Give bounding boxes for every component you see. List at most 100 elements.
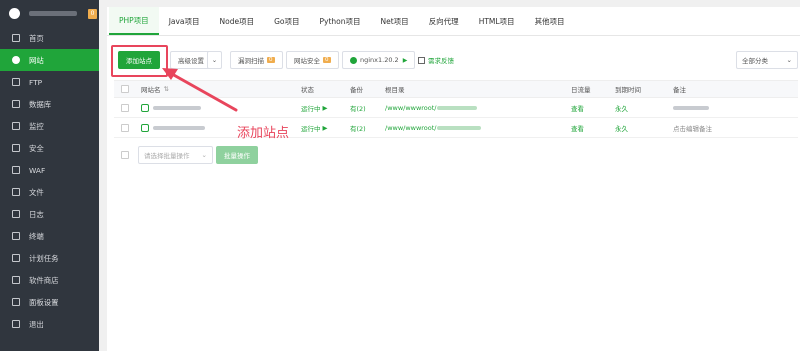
project-tabs: PHP项目 Java项目 Node项目 Go项目 Python项目 Net项目 … <box>107 7 800 36</box>
sidebar-header: 0 <box>0 0 99 27</box>
grid-icon <box>12 276 20 284</box>
select-all-checkbox[interactable] <box>121 85 129 93</box>
tab-net[interactable]: Net项目 <box>371 7 419 35</box>
waf-icon <box>12 166 20 174</box>
sidebar-item-security[interactable]: 安全 <box>0 137 99 159</box>
status-running[interactable]: 运行中 ▶ <box>301 98 328 117</box>
col-site-name[interactable]: 网站名 ⇅ <box>141 81 169 97</box>
main-panel: PHP项目 Java项目 Node项目 Go项目 Python项目 Net项目 … <box>107 7 800 351</box>
col-root: 根目录 <box>385 86 405 94</box>
vuln-scan-button[interactable]: 漏洞扫描 0 <box>230 51 283 69</box>
category-select[interactable]: 全部分类 ⌄ <box>736 51 798 69</box>
nginx-icon <box>350 56 357 64</box>
advanced-settings-button[interactable]: 高级设置 <box>170 51 212 69</box>
site-name-link[interactable] <box>141 98 201 117</box>
sidebar-item-settings[interactable]: 面板设置 <box>0 291 99 313</box>
col-note: 备注 <box>673 86 686 94</box>
row-checkbox[interactable] <box>121 123 129 132</box>
col-backup: 备份 <box>350 86 363 94</box>
tab-go[interactable]: Go项目 <box>264 7 309 35</box>
site-security-button[interactable]: 网站安全 0 <box>286 51 339 69</box>
batch-select-checkbox[interactable] <box>121 151 129 159</box>
toolbar: 添加站点 高级设置 ⌄ 漏洞扫描 0 网站安全 0 nginx1.20.2 ▶ 需求反… <box>114 51 800 69</box>
site-name-blurred <box>153 105 201 110</box>
site-panel: 添加站点 高级设置 ⌄ 漏洞扫描 0 网站安全 0 nginx1.20.2 ▶ 需求反… <box>107 36 800 169</box>
notification-badge[interactable]: 0 <box>88 8 97 19</box>
expire-link[interactable]: 永久 <box>615 118 628 137</box>
note-field[interactable]: 点击编辑备注 <box>673 118 712 137</box>
sidebar-item-website[interactable]: 网站 <box>0 49 99 71</box>
edit-icon <box>418 56 425 64</box>
monitor-icon <box>12 122 20 130</box>
sidebar-item-monitor[interactable]: 监控 <box>0 115 99 137</box>
sidebar-item-files[interactable]: 文件 <box>0 181 99 203</box>
nginx-button[interactable]: nginx1.20.2 ▶ <box>342 51 416 69</box>
batch-action-button[interactable]: 批量操作 <box>216 146 258 164</box>
row-checkbox[interactable] <box>121 103 129 112</box>
expire-link[interactable]: 永久 <box>615 98 628 117</box>
sidebar-item-waf[interactable]: WAF <box>0 159 99 181</box>
shield-icon <box>141 103 149 112</box>
logout-icon <box>12 320 20 328</box>
root-path-link[interactable]: /www/wwwroot/ <box>385 98 477 117</box>
tab-html[interactable]: HTML项目 <box>469 7 525 35</box>
status-running[interactable]: 运行中 ▶ <box>301 118 328 137</box>
tab-php[interactable]: PHP项目 <box>109 7 159 35</box>
clock-icon <box>12 254 20 262</box>
site-table: 网站名 ⇅ 状态 备份 根目录 日流量 到期时间 备注 运行中 ▶ 有(2) /ww… <box>114 80 798 138</box>
note-blurred <box>673 105 709 110</box>
root-path-blurred <box>436 105 477 110</box>
tab-java[interactable]: Java项目 <box>159 7 210 35</box>
sidebar-item-logs[interactable]: 日志 <box>0 203 99 225</box>
folder-icon <box>12 188 20 196</box>
table-row: 运行中 ▶ 有(2) /www/wwwroot/ 查看 永久 <box>114 98 798 118</box>
table-row: 运行中 ▶ 有(2) /www/wwwroot/ 查看 永久 点击编辑备注 <box>114 118 798 138</box>
backup-link[interactable]: 有(2) <box>350 98 366 117</box>
sort-icon: ⇅ <box>163 85 169 93</box>
traffic-view-link[interactable]: 查看 <box>571 118 584 137</box>
tab-reverse-proxy[interactable]: 反向代理 <box>419 7 469 35</box>
sidebar-item-logout[interactable]: 退出 <box>0 313 99 335</box>
traffic-view-link[interactable]: 查看 <box>571 98 584 117</box>
sidebar-item-ftp[interactable]: FTP <box>0 71 99 93</box>
play-icon: ▶ <box>402 56 408 64</box>
chevron-down-icon: ⌄ <box>211 56 218 64</box>
sidebar-item-terminal[interactable]: 终端 <box>0 225 99 247</box>
shield-icon <box>141 123 149 132</box>
sidebar-item-cron[interactable]: 计划任务 <box>0 247 99 269</box>
terminal-icon <box>12 232 20 240</box>
sidebar-item-store[interactable]: 软件商店 <box>0 269 99 291</box>
col-expire[interactable]: 到期时间 <box>615 81 641 97</box>
annotation-label: 添加站点 <box>237 126 290 141</box>
root-path-link[interactable]: /www/wwwroot/ <box>385 118 481 137</box>
server-ip-blurred <box>29 11 77 16</box>
ftp-icon <box>12 78 20 86</box>
backup-link[interactable]: 有(2) <box>350 118 366 137</box>
site-name-blurred <box>153 125 205 130</box>
note-field[interactable] <box>673 98 709 117</box>
database-icon <box>12 100 20 108</box>
log-icon <box>12 210 20 218</box>
tab-python[interactable]: Python项目 <box>310 7 371 35</box>
table-header: 网站名 ⇅ 状态 备份 根目录 日流量 到期时间 备注 <box>114 80 798 98</box>
feedback-link[interactable]: 需求反馈 <box>418 51 454 69</box>
site-name-link[interactable] <box>141 118 205 137</box>
tab-other[interactable]: 其他项目 <box>525 7 575 35</box>
sidebar-item-database[interactable]: 数据库 <box>0 93 99 115</box>
chevron-down-icon: ⌄ <box>201 151 207 159</box>
col-status[interactable]: 状态 <box>301 81 314 97</box>
advanced-dropdown-toggle[interactable]: ⌄ <box>207 51 222 69</box>
batch-action-select[interactable]: 请选择批量操作 ⌄ <box>138 146 213 164</box>
security-count-badge: 0 <box>323 57 331 63</box>
col-traffic: 日流量 <box>571 86 591 94</box>
home-icon <box>12 34 20 42</box>
tab-node[interactable]: Node项目 <box>210 7 265 35</box>
play-icon: ▶ <box>322 103 328 112</box>
root-path-blurred <box>436 125 481 130</box>
sidebar-item-home[interactable]: 首页 <box>0 27 99 49</box>
annotation-highlight-box <box>111 45 168 77</box>
logo-icon <box>9 8 20 19</box>
sidebar: 0 首页 网站 FTP 数据库 监控 安全 WAF 文件 日志 终端 计划任务 … <box>0 0 99 351</box>
play-icon: ▶ <box>322 123 328 132</box>
globe-icon <box>12 56 20 64</box>
